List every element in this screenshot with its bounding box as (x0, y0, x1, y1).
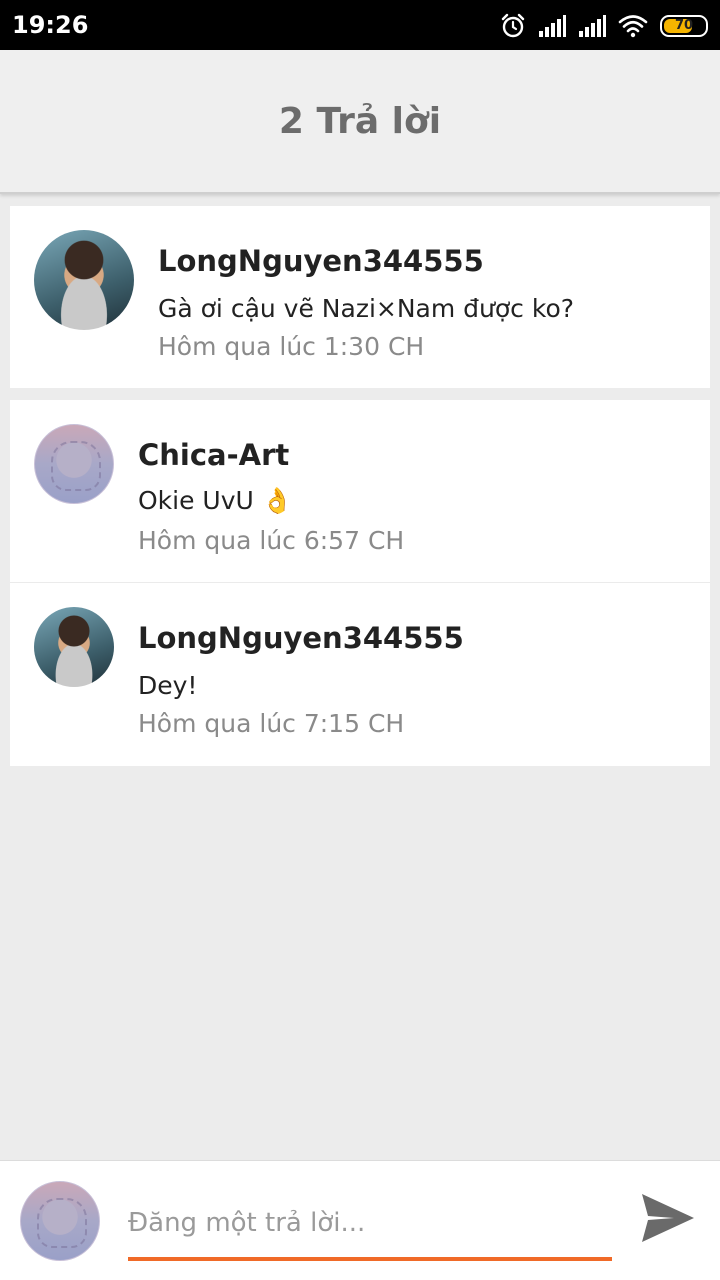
status-icons: 70 (500, 12, 708, 40)
reply-item[interactable]: LongNguyen344555 Dey! Hôm qua lúc 7:15 C… (10, 583, 710, 765)
header: 2 Trả lời (0, 50, 720, 194)
composer-avatar (20, 1181, 100, 1261)
send-button[interactable] (636, 1186, 700, 1250)
signal-icon (539, 15, 566, 37)
main-comment-card: LongNguyen344555 Gà ơi cậu vẽ Nazi×Nam đ… (10, 206, 710, 388)
reply-composer (0, 1160, 720, 1280)
status-bar: 19:26 70 (0, 0, 720, 50)
signal-icon (579, 15, 606, 37)
battery-icon: 70 (660, 15, 708, 37)
battery-level: 70 (674, 18, 694, 33)
reply-author[interactable]: LongNguyen344555 (138, 621, 464, 655)
comment-author[interactable]: LongNguyen344555 (158, 244, 484, 278)
reply-time: Hôm qua lúc 6:57 CH (138, 526, 405, 555)
comment-item[interactable]: LongNguyen344555 Gà ơi cậu vẽ Nazi×Nam đ… (10, 206, 710, 388)
status-time: 19:26 (12, 11, 89, 39)
reply-author[interactable]: Chica-Art (138, 438, 289, 472)
reply-input[interactable] (128, 1201, 612, 1245)
page-title: 2 Trả lời (278, 100, 442, 142)
reply-text: Okie UvU 👌 (138, 486, 293, 515)
reply-text: Dey! (138, 671, 198, 700)
reply-time: Hôm qua lúc 7:15 CH (138, 709, 405, 738)
avatar[interactable] (34, 424, 114, 504)
wifi-icon (618, 15, 648, 38)
comment-text: Gà ơi cậu vẽ Nazi×Nam được ko? (158, 294, 575, 323)
avatar[interactable] (34, 607, 114, 687)
send-icon (642, 1194, 694, 1242)
input-underline (128, 1257, 612, 1261)
replies-card: Chica-Art Okie UvU 👌 Hôm qua lúc 6:57 CH… (10, 400, 710, 766)
alarm-icon (501, 13, 525, 38)
reply-item[interactable]: Chica-Art Okie UvU 👌 Hôm qua lúc 6:57 CH (10, 400, 710, 582)
comment-time: Hôm qua lúc 1:30 CH (158, 332, 425, 361)
avatar[interactable] (34, 230, 134, 330)
